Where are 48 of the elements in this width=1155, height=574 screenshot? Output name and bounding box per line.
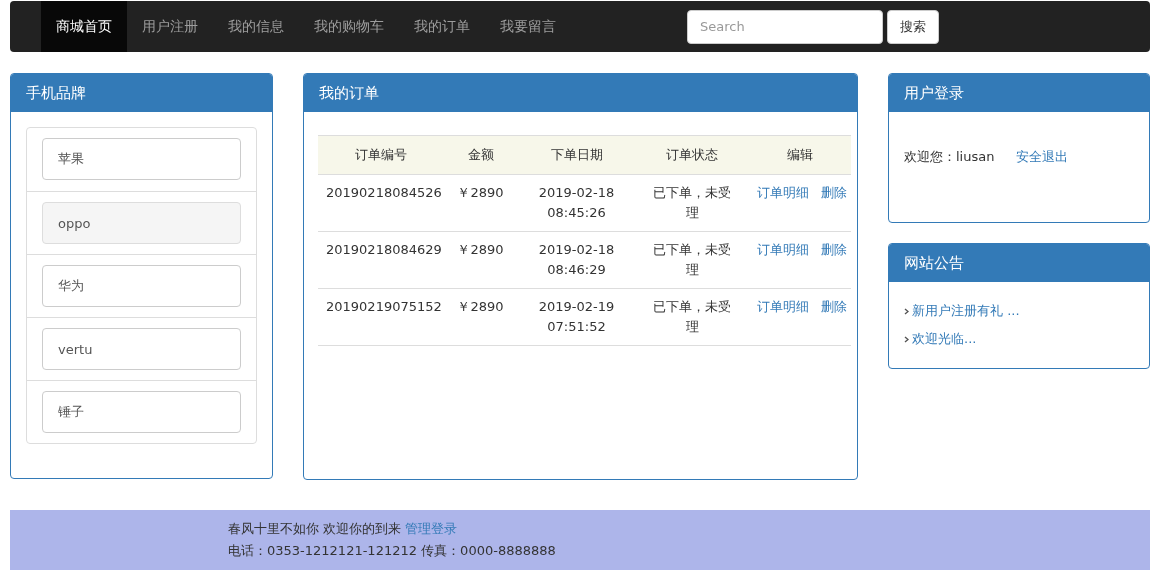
table-cell: 20190218084629 <box>326 242 442 257</box>
detail-link[interactable]: 订单明细 <box>757 185 809 200</box>
notice-link[interactable]: 新用户注册有礼 ... <box>912 302 1020 320</box>
panel-heading: 我的订单 <box>304 74 857 112</box>
nav-link[interactable]: 我要留言 <box>485 1 571 52</box>
brand-item[interactable]: 锤子 <box>42 391 241 433</box>
delete-link[interactable]: 删除 <box>821 185 847 200</box>
chevron-icon <box>904 335 909 343</box>
table-cell-text: 已下单，未受理 <box>652 184 732 222</box>
column-header: 订单编号 <box>354 147 407 162</box>
column-header: 金额 <box>467 147 494 162</box>
table-cell-text: 2019-02-19 07:51:52 <box>537 298 616 336</box>
welcome-text: 欢迎您：liusan <box>904 148 995 166</box>
footer-contact: 电话：0353-1212121-121212 传真：0000-8888888 <box>228 542 556 560</box>
search-field[interactable]: Search <box>687 9 883 44</box>
table-cell: 20190219075152 <box>326 299 442 314</box>
column-header: 下单日期 <box>550 147 603 162</box>
footer-text: 春风十里不如你 欢迎你的到来 <box>228 520 402 538</box>
table-cell-text: 2019-02-18 08:45:26 <box>537 184 616 222</box>
column-header: 编辑 <box>787 147 813 162</box>
nav-link[interactable]: 我的购物车 <box>299 1 399 52</box>
brand-item[interactable]: 苹果 <box>42 138 241 180</box>
table-cell-text: 已下单，未受理 <box>652 298 732 336</box>
search-button[interactable]: 搜索 <box>887 9 939 44</box>
table-cell: ￥2890 <box>457 185 504 200</box>
brand-item[interactable]: vertu <box>42 328 241 370</box>
detail-link[interactable]: 订单明细 <box>757 299 809 314</box>
detail-link[interactable]: 订单明细 <box>757 242 809 257</box>
chevron-icon <box>904 307 909 315</box>
nav-link[interactable]: 我的信息 <box>213 1 299 52</box>
nav-link[interactable]: 我的订单 <box>399 1 485 52</box>
panel-heading: 用户登录 <box>889 74 1149 112</box>
nav-link[interactable]: 商城首页 <box>41 1 127 52</box>
notice-link[interactable]: 欢迎光临... <box>912 330 977 348</box>
table-cell: ￥2890 <box>457 242 504 257</box>
column-header: 订单状态 <box>666 147 718 162</box>
table-cell: ￥2890 <box>457 299 504 314</box>
panel-heading: 手机品牌 <box>11 74 272 112</box>
delete-link[interactable]: 删除 <box>821 242 847 257</box>
panel-heading: 网站公告 <box>889 244 1149 282</box>
table-cell-text: 已下单，未受理 <box>652 241 732 279</box>
brand-item[interactable]: 华为 <box>42 265 241 307</box>
logout-link[interactable]: 安全退出 <box>1016 148 1069 166</box>
delete-link[interactable]: 删除 <box>821 299 847 314</box>
nav-link[interactable]: 用户注册 <box>127 1 213 52</box>
table-cell: 20190218084526 <box>326 185 442 200</box>
table-cell-text: 2019-02-18 08:46:29 <box>537 241 616 279</box>
brand-item[interactable]: oppo <box>42 202 241 244</box>
